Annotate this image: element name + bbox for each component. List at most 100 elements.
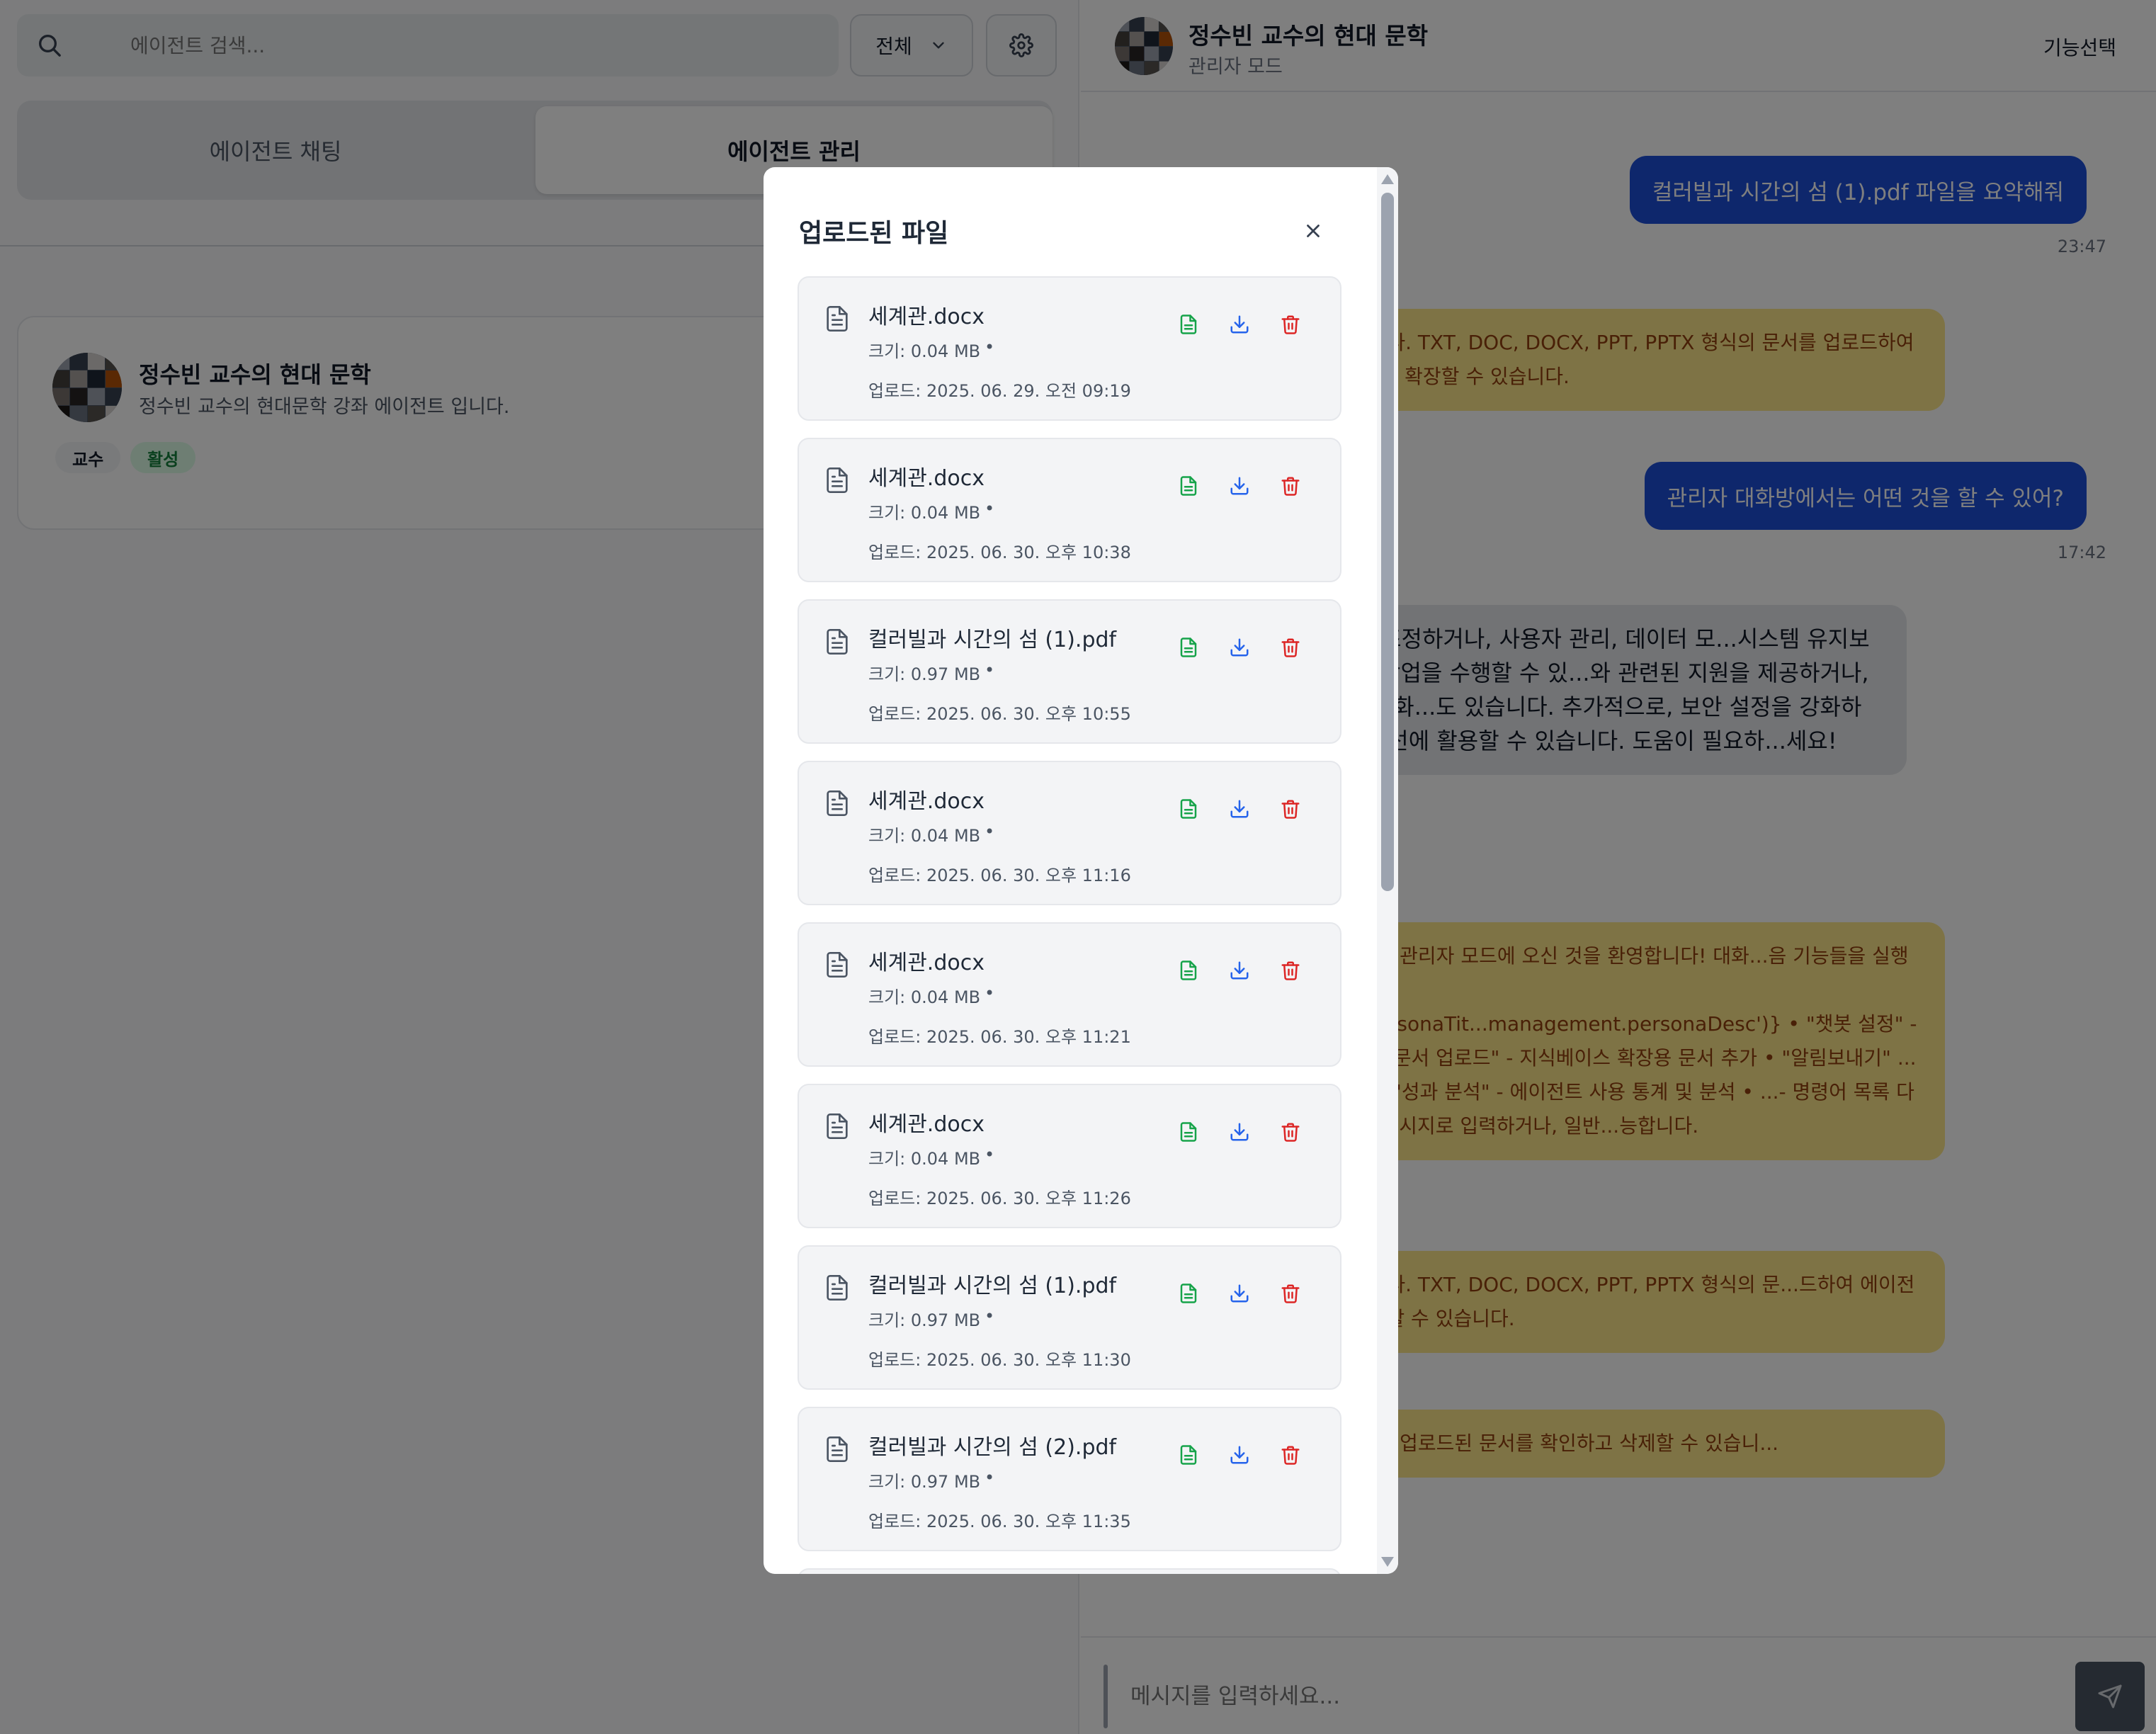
separator-dot: • <box>985 822 995 842</box>
file-name: 세계관.docx <box>868 466 985 491</box>
upload-date: 업로드: 2025. 06. 30. 오후 11:35 <box>868 1512 1131 1531</box>
trash-icon <box>1280 1283 1301 1307</box>
file-icon <box>823 1272 851 1303</box>
file-size: 크기: 0.04 MB <box>868 1149 981 1169</box>
trash-icon <box>1280 1444 1301 1468</box>
trash-icon <box>1280 960 1301 984</box>
file-icon <box>823 465 851 496</box>
view-file-button[interactable] <box>1174 635 1203 663</box>
file-text-icon <box>1178 798 1199 822</box>
download-file-button[interactable] <box>1225 473 1254 502</box>
file-item: 세계관.docx 크기: 0.04 MB • 업로드: 2025. 06. 30. 오… <box>798 761 1341 905</box>
download-file-button[interactable] <box>1225 1442 1254 1470</box>
separator-dot: • <box>985 1468 995 1488</box>
upload-date: 업로드: 2025. 06. 30. 오후 11:26 <box>868 1189 1131 1208</box>
file-name: 세계관.docx <box>868 1112 985 1137</box>
download-file-button[interactable] <box>1225 958 1254 986</box>
scroll-thumb[interactable] <box>1381 193 1394 891</box>
file-item: 컬러빌과 시간의 섬 (2).pdf 크기: 0.97 MB • 업로드: 2025.… <box>798 1407 1341 1551</box>
separator-dot: • <box>985 499 995 518</box>
trash-icon <box>1280 637 1301 661</box>
close-button[interactable] <box>1292 210 1334 252</box>
file-name: 컬러빌과 시간의 섬 (1).pdf <box>868 628 1117 652</box>
trash-icon <box>1280 798 1301 822</box>
file-text-icon <box>1178 960 1199 984</box>
delete-file-button[interactable] <box>1276 1442 1305 1470</box>
file-item: 세계관.docx 크기: 0.04 MB • 업로드: 2025. 06. 30. 오… <box>798 438 1341 582</box>
view-file-button[interactable] <box>1174 473 1203 502</box>
upload-date: 업로드: 2025. 06. 30. 오후 11:16 <box>868 866 1131 885</box>
upload-date: 업로드: 2025. 06. 29. 오전 09:19 <box>868 381 1131 401</box>
view-file-button[interactable] <box>1174 796 1203 824</box>
delete-file-button[interactable] <box>1276 1119 1305 1148</box>
download-file-button[interactable] <box>1225 1281 1254 1309</box>
separator-dot: • <box>985 1145 995 1164</box>
download-icon <box>1229 1444 1250 1468</box>
file-text-icon <box>1178 1444 1199 1468</box>
file-item: 컬러빌과 시간의 섬 (1).pdf 크기: 0.97 MB • 업로드: 2025.… <box>798 599 1341 744</box>
file-name: 컬러빌과 시간의 섬 (1).pdf <box>868 1274 1117 1298</box>
separator-dot: • <box>985 660 995 680</box>
download-icon <box>1229 1121 1250 1145</box>
download-icon <box>1229 637 1250 661</box>
file-icon <box>823 1111 851 1142</box>
file-name: 세계관.docx <box>868 789 985 814</box>
file-item: 세계관.docx 크기: 0.04 MB • 업로드: 2025. 06. 30. 오… <box>798 922 1341 1067</box>
view-file-button[interactable] <box>1174 1281 1203 1309</box>
download-file-button[interactable] <box>1225 1119 1254 1148</box>
file-size: 크기: 0.04 MB <box>868 987 981 1007</box>
file-size: 크기: 0.97 MB <box>868 1310 981 1330</box>
file-text-icon <box>1178 1283 1199 1307</box>
download-icon <box>1229 798 1250 822</box>
view-file-button[interactable] <box>1174 312 1203 340</box>
file-size: 크기: 0.04 MB <box>868 341 981 361</box>
file-size: 크기: 0.97 MB <box>868 664 981 684</box>
close-icon <box>1307 225 1320 237</box>
view-file-button[interactable] <box>1174 958 1203 986</box>
upload-date: 업로드: 2025. 06. 30. 오후 11:30 <box>868 1350 1131 1370</box>
file-name: 세계관.docx <box>868 951 985 975</box>
view-file-button[interactable] <box>1174 1442 1203 1470</box>
file-item <box>798 1568 1341 1574</box>
modal-title: 업로드된 파일 <box>799 219 949 248</box>
download-file-button[interactable] <box>1225 635 1254 663</box>
delete-file-button[interactable] <box>1276 312 1305 340</box>
delete-file-button[interactable] <box>1276 635 1305 663</box>
separator-dot: • <box>985 983 995 1003</box>
scroll-down-arrow[interactable] <box>1381 1557 1394 1567</box>
download-icon <box>1229 314 1250 338</box>
download-file-button[interactable] <box>1225 796 1254 824</box>
upload-date: 업로드: 2025. 06. 30. 오후 11:21 <box>868 1027 1131 1047</box>
file-name: 컬러빌과 시간의 섬 (2).pdf <box>868 1435 1117 1460</box>
scrollbar[interactable] <box>1377 167 1398 1574</box>
download-icon <box>1229 960 1250 984</box>
delete-file-button[interactable] <box>1276 473 1305 502</box>
upload-date: 업로드: 2025. 06. 30. 오후 10:38 <box>868 543 1131 562</box>
upload-date: 업로드: 2025. 06. 30. 오후 10:55 <box>868 704 1131 724</box>
download-icon <box>1229 1283 1250 1307</box>
file-size: 크기: 0.04 MB <box>868 503 981 523</box>
file-name: 세계관.docx <box>868 305 985 329</box>
delete-file-button[interactable] <box>1276 958 1305 986</box>
file-size: 크기: 0.97 MB <box>868 1472 981 1492</box>
download-file-button[interactable] <box>1225 312 1254 340</box>
file-item: 세계관.docx 크기: 0.04 MB • 업로드: 2025. 06. 29. 오… <box>798 276 1341 421</box>
file-item: 세계관.docx 크기: 0.04 MB • 업로드: 2025. 06. 30. 오… <box>798 1084 1341 1228</box>
file-text-icon <box>1178 1121 1199 1145</box>
trash-icon <box>1280 314 1301 338</box>
delete-file-button[interactable] <box>1276 796 1305 824</box>
file-text-icon <box>1178 637 1199 661</box>
file-icon <box>823 788 851 819</box>
scroll-up-arrow[interactable] <box>1381 174 1394 184</box>
delete-file-button[interactable] <box>1276 1281 1305 1309</box>
file-icon <box>823 949 851 980</box>
trash-icon <box>1280 475 1301 499</box>
file-text-icon <box>1178 475 1199 499</box>
file-size: 크기: 0.04 MB <box>868 826 981 846</box>
trash-icon <box>1280 1121 1301 1145</box>
file-icon <box>823 626 851 657</box>
file-icon <box>823 1434 851 1465</box>
view-file-button[interactable] <box>1174 1119 1203 1148</box>
download-icon <box>1229 475 1250 499</box>
uploaded-files-modal: 업로드된 파일 세계관.docx 크기: 0.04 MB • 업로드: 2025. 0… <box>764 167 1398 1574</box>
